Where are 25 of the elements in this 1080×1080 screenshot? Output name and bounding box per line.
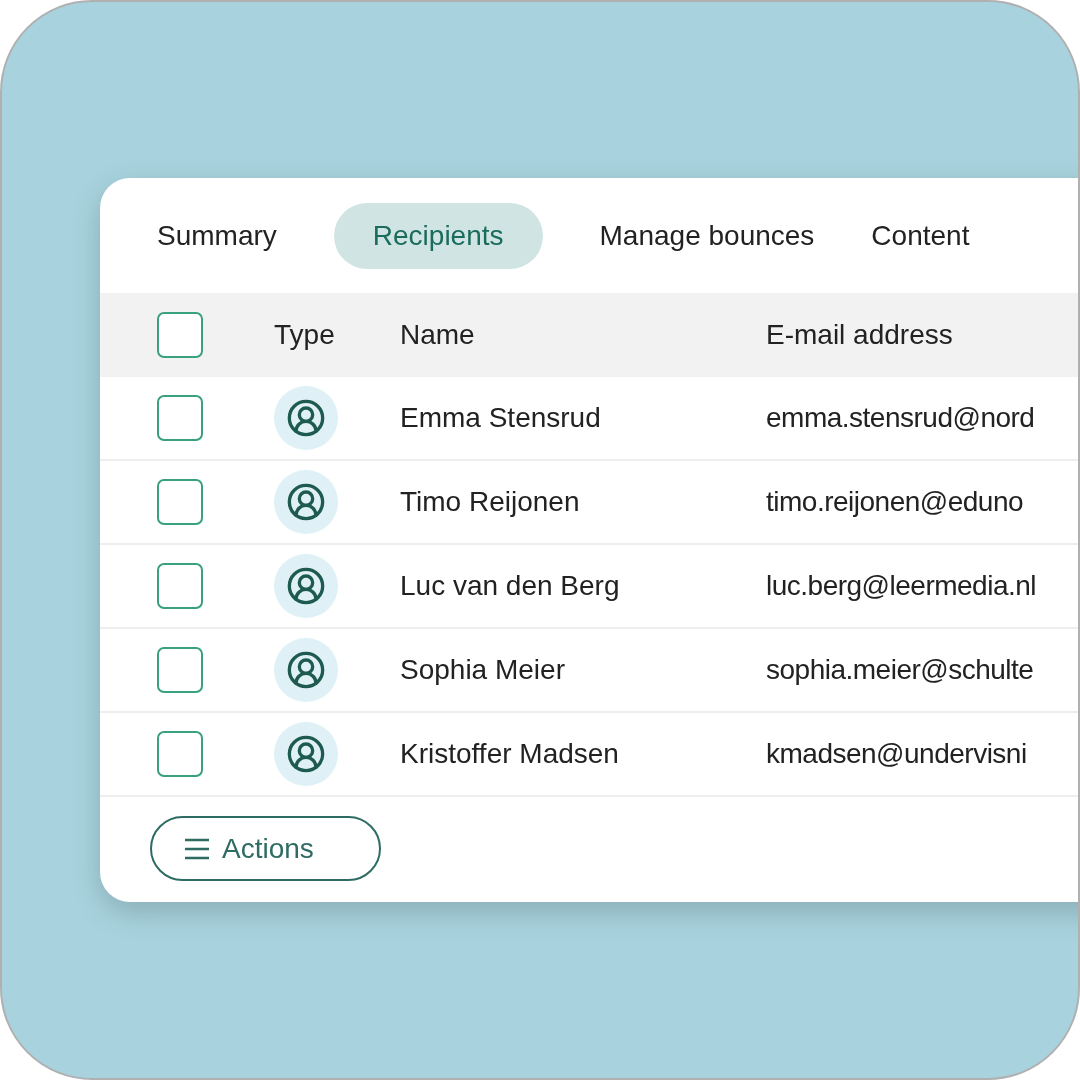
table-cell: Emma Stensrud [400,402,601,433]
table-cell-text: timo.reijonen@eduno [766,485,1024,519]
column-header: E-mail address [766,319,953,350]
column-header: Name [400,319,475,350]
table-cell: Sophia Meier [400,654,565,685]
table-cell-text: luc.berg@leermedia.nl [766,569,1037,603]
actions-button[interactable]: Actions [150,816,381,881]
table-cell: Luc van den Berg [400,570,620,601]
tab[interactable]: Manage bounces [599,202,815,269]
table-cell-text: sophia.meier@schulte [766,653,1034,687]
table-cell-text: emma.stensrud@nord [766,401,1035,435]
menu-icon [184,837,210,860]
table-cell: Timo Reijonen [400,486,580,517]
checkbox[interactable] [157,479,203,525]
checkbox[interactable] [157,395,203,441]
table-cell-text: kmadsen@undervisni [766,737,1027,771]
tab[interactable]: Content [871,202,970,269]
table-cell: Kristoffer Madsen [400,738,619,769]
checkbox[interactable] [157,563,203,609]
checkbox[interactable] [157,731,203,777]
checkbox[interactable] [157,312,203,358]
tab[interactable]: Recipients [333,202,543,269]
tab[interactable]: Summary [157,202,277,269]
column-header: Type [274,319,335,350]
checkbox[interactable] [157,647,203,693]
